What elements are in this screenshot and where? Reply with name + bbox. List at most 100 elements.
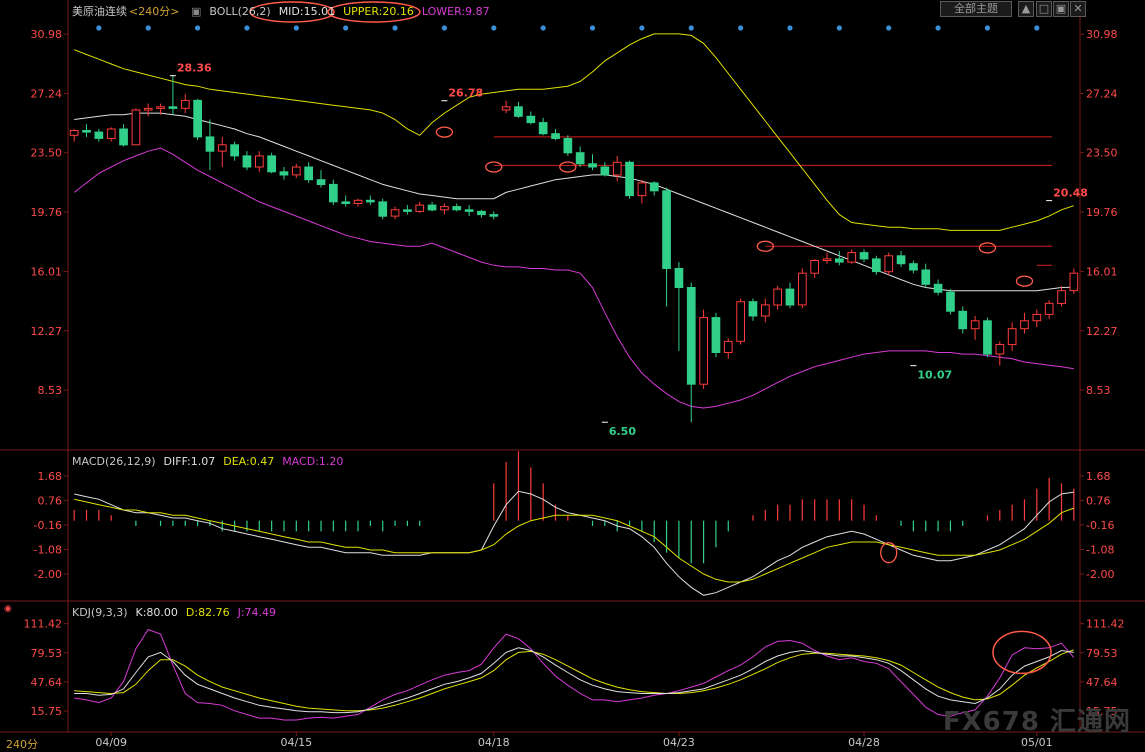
boll-upper-value: UPPER:20.16 bbox=[343, 5, 414, 18]
signal-dot bbox=[491, 25, 497, 31]
signal-dot bbox=[293, 25, 299, 31]
kdj-tick-label-left: 15.75 bbox=[31, 705, 63, 718]
candle-down bbox=[909, 263, 918, 271]
candle-down bbox=[477, 210, 486, 216]
kdj-d: D:82.76 bbox=[185, 606, 230, 619]
candle-down bbox=[168, 106, 178, 109]
macd-header: MACD(26,12,9) DIFF:1.07 DEA:0.47 MACD:1.20 bbox=[72, 455, 351, 468]
annotation-circle bbox=[559, 161, 577, 173]
candle-down bbox=[526, 115, 536, 124]
price-tick-label-right: 23.50 bbox=[1086, 147, 1118, 160]
kdj-settings-icon[interactable]: ◉ bbox=[4, 604, 12, 614]
signal-dot bbox=[836, 25, 842, 31]
restore-icon[interactable]: ▣ bbox=[1053, 1, 1069, 17]
signal-dot bbox=[1034, 25, 1040, 31]
candle-up bbox=[798, 272, 807, 306]
candle-down bbox=[304, 166, 313, 181]
instrument-name[interactable]: 美原油连续 bbox=[72, 5, 127, 18]
candle-up bbox=[353, 199, 363, 205]
candle-down bbox=[551, 133, 560, 139]
candle-up bbox=[217, 144, 227, 152]
candle-up bbox=[180, 99, 190, 109]
candle-up bbox=[970, 320, 980, 330]
macd-tick-label-left: 1.68 bbox=[38, 470, 63, 483]
kdj-tick-label-left: 111.42 bbox=[24, 618, 63, 631]
candle-down bbox=[946, 291, 955, 312]
signal-dot bbox=[441, 25, 448, 31]
date-tick-label: 04/18 bbox=[478, 736, 510, 749]
price-tick-label-right: 12.27 bbox=[1086, 325, 1118, 338]
candle-down bbox=[316, 179, 326, 185]
macd-tick-label-right: 1.68 bbox=[1086, 470, 1111, 483]
price-tick-label-left: 12.27 bbox=[31, 325, 63, 338]
arrow-up-icon[interactable]: ▲ bbox=[1018, 1, 1034, 17]
boll-upper-line bbox=[74, 33, 1074, 231]
signal-dot bbox=[540, 25, 546, 31]
price-mark-label: 28.36 bbox=[177, 62, 212, 75]
period-footer-label[interactable]: 240分 bbox=[6, 736, 38, 752]
candle-up bbox=[884, 255, 894, 273]
candle-down bbox=[662, 190, 671, 269]
theme-button[interactable]: 全部主题 bbox=[940, 1, 1012, 17]
candle-down bbox=[575, 152, 585, 165]
candle-down bbox=[489, 214, 499, 217]
candle-up bbox=[69, 130, 79, 136]
price-mark-label: 20.48 bbox=[1053, 187, 1088, 200]
candle-down bbox=[94, 131, 104, 139]
kdj-j-line bbox=[74, 628, 1075, 721]
price-tick-label-right: 8.53 bbox=[1086, 384, 1111, 397]
kdj-tick-label-right: 47.64 bbox=[1086, 676, 1118, 689]
boll-lower-value: LOWER:9.87 bbox=[421, 5, 490, 18]
kdj-tick-label-right: 111.42 bbox=[1086, 618, 1125, 631]
candle-down bbox=[329, 183, 338, 203]
candle-down bbox=[403, 209, 412, 212]
macd-tick-label-right: 0.76 bbox=[1086, 494, 1111, 507]
candle-up bbox=[810, 260, 819, 274]
signal-dot bbox=[984, 25, 991, 31]
candle-up bbox=[415, 204, 425, 212]
candle-up bbox=[773, 288, 782, 306]
kdj-k: K:80.00 bbox=[135, 606, 178, 619]
candle-down bbox=[366, 199, 375, 203]
price-mark-label: 10.07 bbox=[917, 369, 952, 382]
candle-up bbox=[292, 166, 301, 176]
macd-tick-label-right: -0.16 bbox=[1086, 519, 1114, 532]
candle-down bbox=[267, 155, 276, 173]
candle-down bbox=[859, 252, 869, 260]
macd-value: MACD:1.20 bbox=[282, 455, 344, 468]
period-label[interactable]: <240分> bbox=[129, 5, 179, 18]
candle-up bbox=[156, 106, 165, 109]
candle-down bbox=[427, 204, 437, 211]
macd-tick-label-left: -1.08 bbox=[34, 543, 62, 556]
kdj-tick-label-left: 47.64 bbox=[31, 676, 63, 689]
signal-dot bbox=[145, 25, 151, 31]
candle-down bbox=[785, 288, 795, 306]
watermark: FX678 汇通网 bbox=[942, 707, 1131, 737]
candle-up bbox=[255, 155, 264, 168]
boll-label: BOLL(26,2) bbox=[209, 5, 271, 18]
annotation-circle-kdj bbox=[992, 630, 1052, 675]
price-tick-label-right: 30.98 bbox=[1086, 28, 1118, 41]
price-tick-label-left: 8.53 bbox=[38, 384, 63, 397]
candle-down bbox=[625, 161, 634, 197]
kdj-tick-label-right: 79.53 bbox=[1086, 647, 1118, 660]
candle-up bbox=[995, 344, 1005, 355]
candle-down bbox=[538, 122, 548, 135]
candle-down bbox=[649, 182, 659, 192]
kdj-label: KDJ(9,3,3) bbox=[72, 606, 128, 619]
macd-tick-label-left: -0.16 bbox=[34, 519, 62, 532]
signal-dot bbox=[96, 25, 102, 31]
candle-down bbox=[921, 269, 931, 285]
macd-dea-line bbox=[74, 498, 1074, 583]
maximize-icon[interactable]: □ bbox=[1036, 1, 1052, 17]
candle-up bbox=[131, 109, 141, 146]
signal-dot bbox=[589, 25, 596, 31]
close-icon[interactable]: ✕ bbox=[1070, 1, 1086, 17]
settings-icon[interactable]: ▣ bbox=[191, 5, 201, 18]
macd-diff-line bbox=[74, 490, 1074, 596]
annotation-circle bbox=[435, 126, 454, 138]
macd-dea: DEA:0.47 bbox=[223, 455, 275, 468]
candle-up bbox=[1044, 302, 1054, 315]
candle-down bbox=[205, 136, 215, 152]
price-tick-label-right: 16.01 bbox=[1086, 265, 1118, 278]
